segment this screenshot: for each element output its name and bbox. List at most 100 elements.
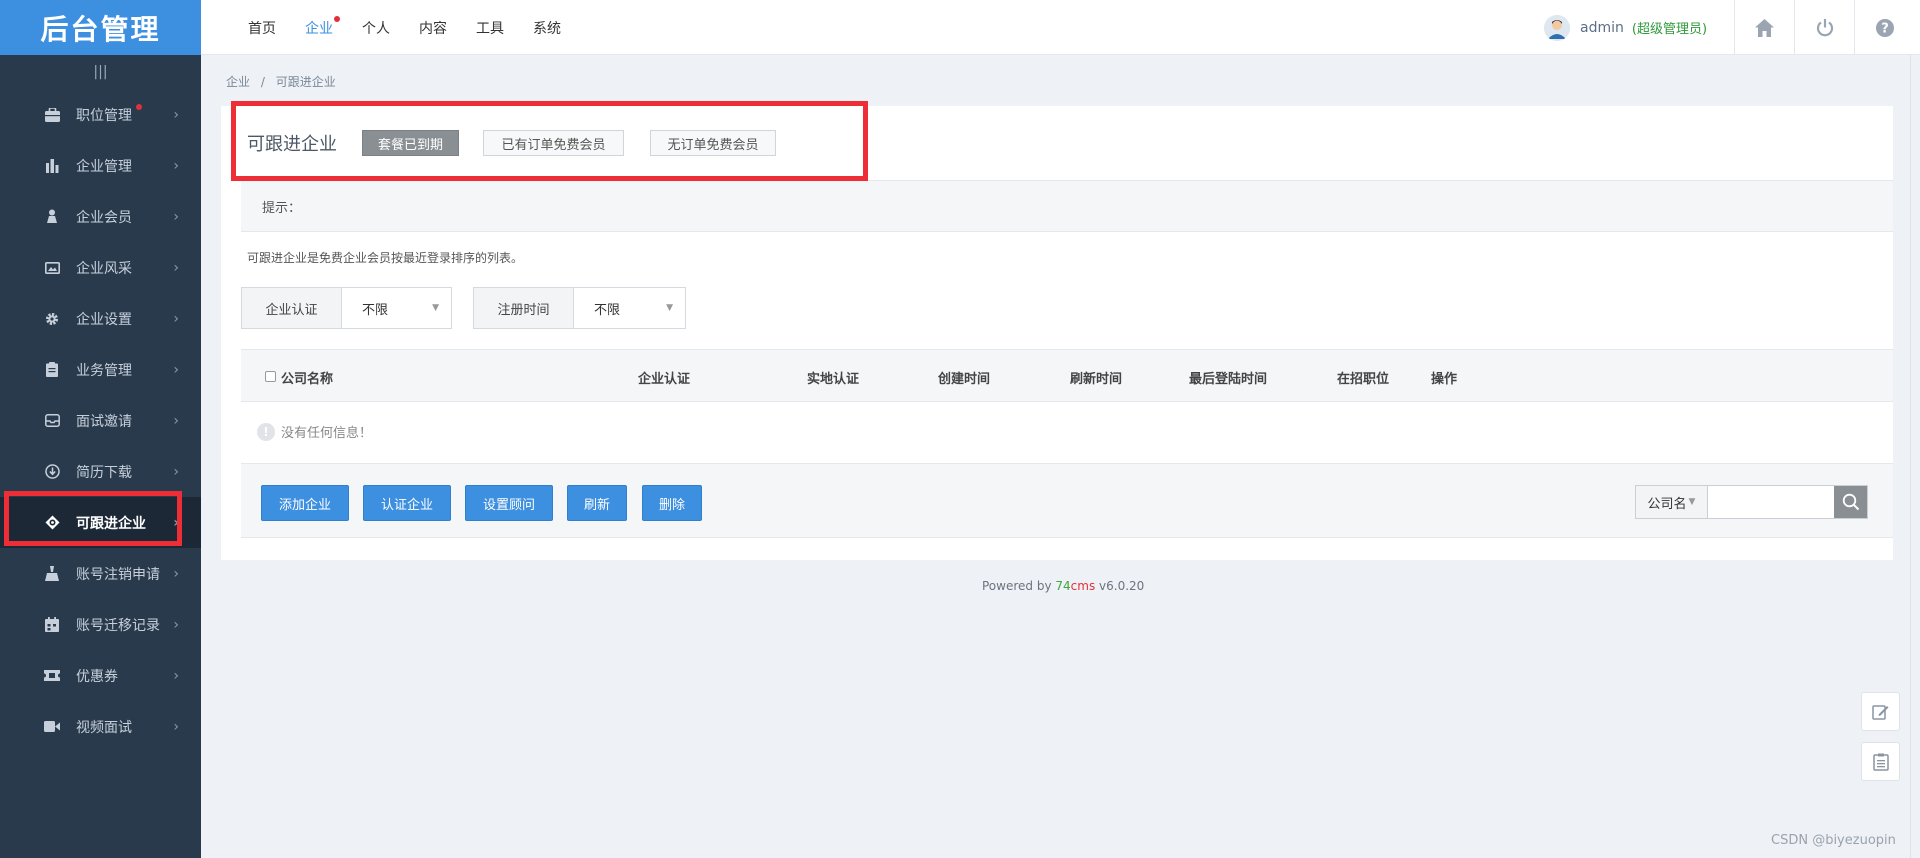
username: admin xyxy=(1580,19,1624,36)
power-icon xyxy=(1816,18,1833,36)
logout-button[interactable] xyxy=(1794,0,1854,55)
notification-dot xyxy=(136,104,142,110)
tab-free-with-orders[interactable]: 已有订单免费会员 xyxy=(483,130,624,156)
top-nav: 首页 企业 个人 内容 工具 系统 xyxy=(248,0,590,55)
tips-label: 提示： xyxy=(262,201,302,216)
collapse-menu-icon[interactable]: ||| xyxy=(0,55,201,89)
table-header: 公司名称 企业认证 实地认证 创建时间 刷新时间 最后登陆时间 在招职位 操作 xyxy=(241,349,1893,402)
col-refresh-time: 刷新时间 xyxy=(1070,372,1123,387)
col-company-certification: 企业认证 xyxy=(638,372,691,387)
breadcrumb: 企业 / 可跟进企业 xyxy=(226,73,336,90)
col-site-certification: 实地认证 xyxy=(807,372,860,387)
panel-header: 可跟进企业 套餐已到期 已有订单免费会员 无订单免费会员 xyxy=(221,106,1893,180)
topnav-home[interactable]: 首页 xyxy=(248,18,276,38)
set-advisor-button[interactable]: 设置顾问 xyxy=(465,485,553,521)
sidebar-item-account-migration[interactable]: 账号迁移记录 › xyxy=(0,599,201,650)
add-company-button[interactable]: 添加企业 xyxy=(261,485,349,521)
search-icon xyxy=(1842,493,1859,511)
col-actions: 操作 xyxy=(1431,372,1458,387)
help-icon: ? xyxy=(1875,18,1894,37)
filter-value: 不限 xyxy=(362,302,389,318)
filter-certification: 企业认证 不限 ▼ xyxy=(241,287,452,329)
chevron-right-icon: › xyxy=(173,259,179,276)
home-button[interactable] xyxy=(1734,0,1794,55)
app-logo[interactable]: 后台管理 xyxy=(0,0,201,55)
filter-certification-select[interactable]: 不限 ▼ xyxy=(342,288,451,328)
sidebar-item-companies[interactable]: 企业管理 › xyxy=(0,140,201,191)
refresh-button[interactable]: 刷新 xyxy=(567,485,627,521)
chevron-right-icon: › xyxy=(173,514,179,531)
page-scrollbar[interactable] xyxy=(1910,55,1920,858)
breadcrumb-root[interactable]: 企业 xyxy=(226,75,250,89)
sidebar-item-interviews[interactable]: 面试邀请 › xyxy=(0,395,201,446)
avatar xyxy=(1544,14,1570,41)
sidebar-item-members[interactable]: 企业会员 › xyxy=(0,191,201,242)
video-icon xyxy=(44,719,60,735)
sidebar-item-coupons[interactable]: 优惠券 › xyxy=(0,650,201,701)
chevron-right-icon: › xyxy=(173,463,179,480)
filter-registration-select[interactable]: 不限 ▼ xyxy=(574,288,685,328)
topnav-personal[interactable]: 个人 xyxy=(362,18,390,38)
caret-down-icon: ▼ xyxy=(1688,497,1696,507)
breadcrumb-current: 可跟进企业 xyxy=(275,75,336,89)
sidebar-menu: 职位管理 › 企业管理 › 企业会员 › 企业风采 › 企业设置 › 业务管理 … xyxy=(0,89,201,752)
chevron-right-icon: › xyxy=(173,412,179,429)
help-button[interactable]: ? xyxy=(1854,0,1914,55)
caret-down-icon: ▼ xyxy=(666,303,673,313)
certify-company-button[interactable]: 认证企业 xyxy=(363,485,451,521)
eraser-icon xyxy=(44,566,60,582)
topnav-content[interactable]: 内容 xyxy=(419,18,447,38)
brand-74[interactable]: 74 xyxy=(1055,579,1070,593)
info-icon: ! xyxy=(257,422,275,441)
filter-value: 不限 xyxy=(594,302,621,318)
topnav-tools[interactable]: 工具 xyxy=(476,18,504,38)
topnav-company[interactable]: 企业 xyxy=(305,15,340,38)
page-title: 可跟进企业 xyxy=(247,134,337,155)
user-info[interactable]: admin (超级管理员) xyxy=(1544,0,1707,55)
briefcase-icon xyxy=(44,107,60,123)
sidebar-item-resume-downloads[interactable]: 简历下载 › xyxy=(0,446,201,497)
col-company-name: 公司名称 xyxy=(281,372,334,387)
col-last-login: 最后登陆时间 xyxy=(1189,372,1268,387)
topnav-system[interactable]: 系统 xyxy=(533,18,561,38)
edit-icon xyxy=(1871,704,1888,720)
sidebar-item-video-interview[interactable]: 视频面试 › xyxy=(0,701,201,752)
page-description: 可跟进企业是免费企业会员按最近登录排序的列表。 xyxy=(247,251,524,265)
brand-cms[interactable]: cms xyxy=(1071,579,1096,593)
search-button[interactable] xyxy=(1834,486,1867,518)
sidebar-item-followup-companies[interactable]: 可跟进企业 › xyxy=(0,497,201,548)
col-open-positions: 在招职位 xyxy=(1337,372,1390,387)
search-type-label: 公司名 xyxy=(1647,496,1687,512)
chevron-right-icon: › xyxy=(173,361,179,378)
search-input[interactable] xyxy=(1708,486,1834,518)
delete-button[interactable]: 删除 xyxy=(642,485,702,521)
sidebar-item-label: 账号注销申请 xyxy=(76,566,160,583)
sidebar-item-showcase[interactable]: 企业风采 › xyxy=(0,242,201,293)
sidebar-item-jobs[interactable]: 职位管理 › xyxy=(0,89,201,140)
filter-label: 注册时间 xyxy=(474,288,574,328)
chevron-right-icon: › xyxy=(173,718,179,735)
download-icon xyxy=(44,464,60,480)
edit-float-button[interactable] xyxy=(1861,692,1900,731)
chevron-right-icon: › xyxy=(173,616,179,633)
search-type-select[interactable]: 公司名 ▼ xyxy=(1636,486,1708,518)
chevron-right-icon: › xyxy=(173,667,179,684)
col-created-time: 创建时间 xyxy=(938,372,991,387)
ticket-icon xyxy=(44,668,60,684)
filter-registration-time: 注册时间 不限 ▼ xyxy=(473,287,686,329)
chevron-right-icon: › xyxy=(173,208,179,225)
user-role: (超级管理员) xyxy=(1631,22,1708,37)
sidebar-item-account-cancellation[interactable]: 账号注销申请 › xyxy=(0,548,201,599)
top-bar: 首页 企业 个人 内容 工具 系统 admin (超级管理员) ? xyxy=(201,0,1920,55)
select-all-checkbox[interactable] xyxy=(265,371,276,382)
empty-state: ! 没有任何信息！ xyxy=(257,422,372,441)
sidebar-item-settings[interactable]: 企业设置 › xyxy=(0,293,201,344)
sidebar-item-label: 视频面试 xyxy=(76,719,132,736)
tab-free-without-orders[interactable]: 无订单免费会员 xyxy=(650,130,776,156)
chevron-right-icon: › xyxy=(173,565,179,582)
notification-dot xyxy=(334,15,340,22)
sidebar-item-business[interactable]: 业务管理 › xyxy=(0,344,201,395)
sidebar-item-label: 企业会员 xyxy=(76,209,132,226)
tab-package-expired[interactable]: 套餐已到期 xyxy=(362,130,459,156)
clipboard-float-button[interactable] xyxy=(1861,742,1900,781)
